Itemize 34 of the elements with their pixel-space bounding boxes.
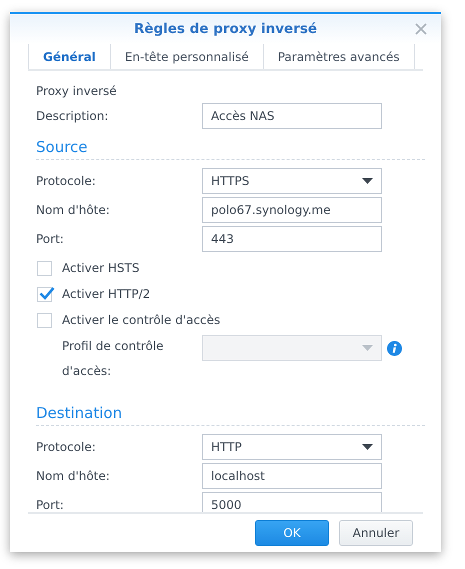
checkbox-label: Activer HSTS xyxy=(62,261,140,275)
window-title: Règles de proxy inversé xyxy=(134,21,318,37)
cancel-button[interactable]: Annuler xyxy=(339,520,413,546)
checkbox[interactable] xyxy=(37,260,52,276)
section-heading: Destination xyxy=(36,404,425,426)
field-label: Profil de contrôle d'accès: xyxy=(62,338,165,380)
dropdown-field[interactable]: HTTPS xyxy=(202,168,382,194)
input-field[interactable]: 443 xyxy=(202,226,382,252)
tab[interactable]: Paramètres avancés xyxy=(262,44,415,69)
field-label: Protocole: xyxy=(36,174,97,188)
caret-icon xyxy=(362,345,373,351)
field-label: Nom d'hôte: xyxy=(36,203,111,217)
section-subtitle: Proxy inversé xyxy=(36,84,118,98)
field-label: Port: xyxy=(36,498,65,512)
checkbox-label: Activer le contrôle d'accès xyxy=(62,313,220,327)
info-icon[interactable] xyxy=(387,341,402,356)
field-label: Nom d'hôte: xyxy=(36,469,111,483)
field-label: Protocole: xyxy=(36,440,97,454)
checkbox[interactable] xyxy=(37,312,52,328)
input-field[interactable]: Accès NAS xyxy=(202,103,382,129)
input-field[interactable]: 5000 xyxy=(202,492,382,512)
field-label: Port: xyxy=(36,232,65,246)
field-label: Description: xyxy=(36,109,110,123)
checkbox[interactable] xyxy=(37,286,52,302)
caret-icon xyxy=(362,444,373,450)
section-heading: Source xyxy=(36,138,425,160)
input-field[interactable]: localhost xyxy=(202,463,382,489)
caret-icon xyxy=(362,178,373,184)
input-field[interactable]: polo67.synology.me xyxy=(202,197,382,223)
close-icon[interactable] xyxy=(415,23,427,35)
checkbox-label: Activer HTTP/2 xyxy=(62,287,150,301)
tab[interactable]: En-tête personnalisé xyxy=(110,44,263,69)
dropdown-field[interactable]: HTTP xyxy=(202,434,382,460)
tab[interactable]: Général xyxy=(28,44,110,69)
